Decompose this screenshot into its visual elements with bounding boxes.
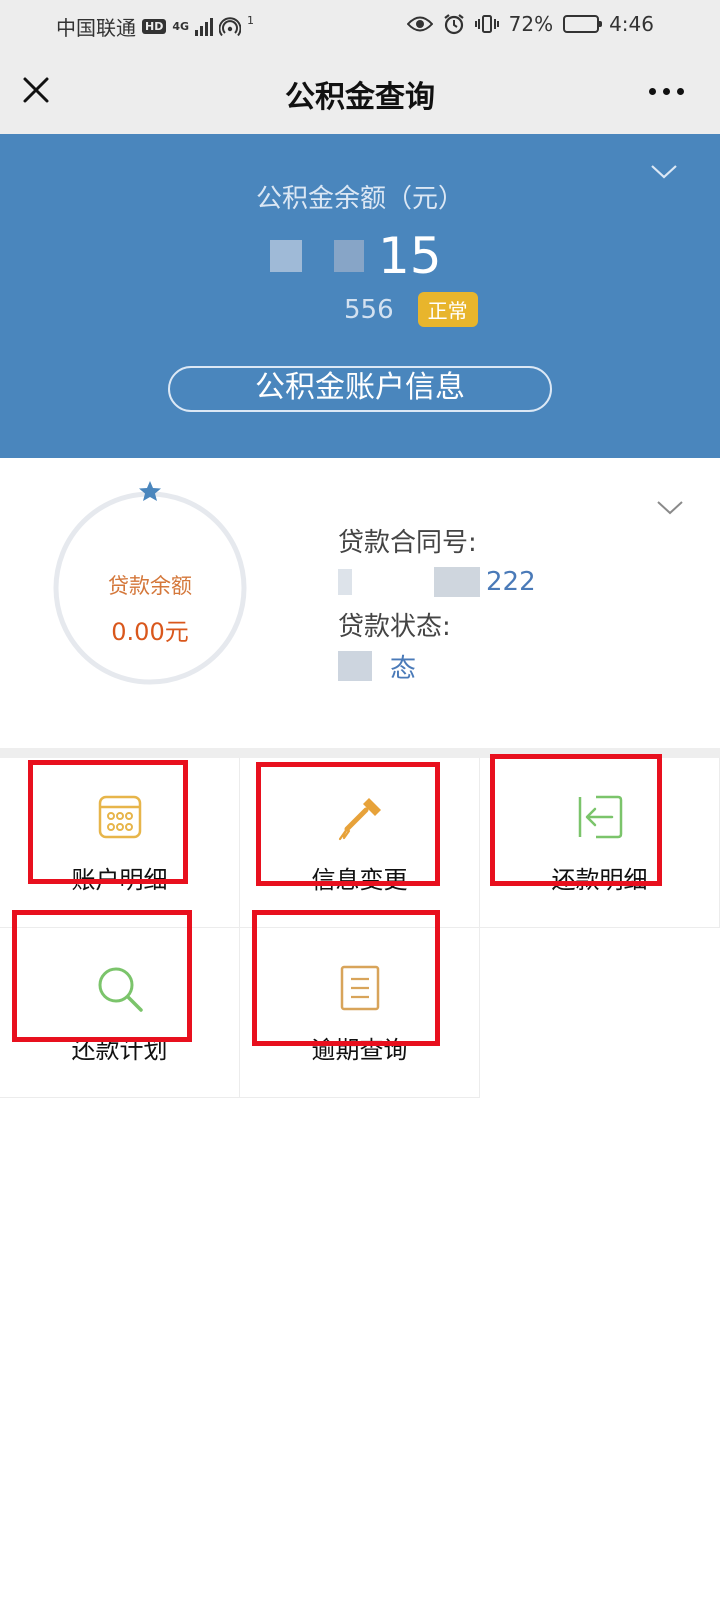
battery-icon [563,15,603,33]
status-badge: 正常 [417,292,478,327]
redacted-block [334,240,364,272]
loan-status-text: 态 [390,653,417,684]
status-left: 中国联通 HD 4G 1 [56,12,254,41]
fund-balance-value: 15 [270,226,442,286]
carrier-name: 中国联通 [56,16,136,40]
more-icon[interactable] [649,88,684,95]
vibrate-icon [474,15,499,33]
loan-info: 贷款合同号: 222 贷款状态: 态 [338,522,536,690]
alarm-icon [443,14,464,35]
fund-account-number: 556 [344,294,394,325]
page-title: 公积金查询 [285,80,435,115]
eye-icon [406,16,433,32]
star-icon [139,481,161,501]
fund-balance-digits: 15 [378,227,442,285]
highlight-box [252,910,440,1046]
clock: 4:46 [609,12,654,36]
redacted-block [338,569,352,595]
highlight-box [28,760,188,884]
battery-percent: 72% [508,12,554,36]
fund-account-row: 556 正常 [344,292,478,327]
network-type: 4G [172,20,190,33]
contract-label: 贷款合同号: [338,528,477,558]
fund-balance-panel: 公积金余额（元） 15 556 正常 公积金账户信息 [0,134,720,458]
loan-status-value: 态 [338,646,536,686]
status-bar: 中国联通 HD 4G 1 72% 4:46 [0,0,720,50]
redacted-block [338,651,372,681]
redacted-block [270,240,302,272]
loan-balance-ring: 贷款余额 0.00元 [50,481,250,688]
contract-number: 222 [338,562,536,602]
redacted-block [434,567,480,597]
account-info-button[interactable]: 公积金账户信息 [168,366,552,412]
hotspot-icon [219,16,242,36]
loan-balance-label: 贷款余额 [108,574,192,598]
hotspot-badge: 1 [247,14,255,27]
contract-number-digits: 222 [486,567,536,597]
loan-status-label: 贷款状态: [338,612,451,642]
highlight-box [256,762,440,886]
chevron-down-icon[interactable] [656,500,684,516]
highlight-box [12,910,192,1042]
nav-bar: 公积金查询 [0,50,720,134]
loan-balance-value: 0.00元 [111,618,189,646]
highlight-box [490,754,662,886]
hd-badge: HD [142,19,167,34]
status-right: 72% 4:46 [406,12,654,36]
fund-balance-label: 公积金余额（元） [255,184,464,214]
signal-icon [195,17,214,36]
loan-card: 贷款余额 0.00元 贷款合同号: 222 贷款状态: 态 [0,470,720,748]
